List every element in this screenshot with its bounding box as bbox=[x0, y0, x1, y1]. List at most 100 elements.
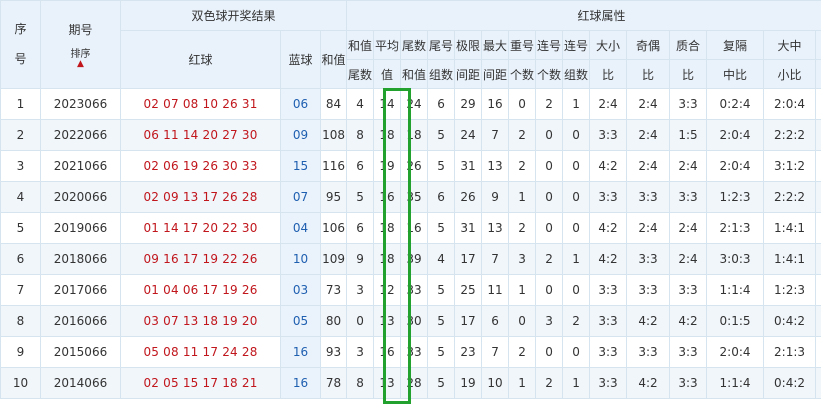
cell-blue: 16 bbox=[280, 336, 321, 368]
cell-max-gap: 7 bbox=[481, 119, 510, 151]
col-red-balls: 红球 bbox=[120, 30, 281, 89]
cell-max-gap: 7 bbox=[481, 243, 510, 275]
cell-tail-sum: 3 bbox=[346, 274, 375, 306]
cell-tail-groups: 5 bbox=[427, 367, 456, 399]
cell-sum: 78 bbox=[319, 367, 348, 399]
triangle-up-icon: ▲ bbox=[77, 59, 84, 69]
cell-odd-even: 3:3 bbox=[626, 243, 671, 275]
cell-repeat: 0 bbox=[508, 305, 537, 337]
cell-tail-sum-value: 30 bbox=[400, 305, 429, 337]
cell-sum: 106 bbox=[319, 212, 348, 244]
cell-prime-comp: 1:5 bbox=[669, 119, 708, 151]
draw-results-group: 双色球开奖结果 bbox=[119, 0, 348, 31]
cell-prime-comp: 3:3 bbox=[669, 367, 708, 399]
cell-range: 26 bbox=[454, 181, 483, 213]
cell-rep-gap-mid: 1:2:3 bbox=[706, 181, 765, 213]
cell-max-gap: 9 bbox=[481, 181, 510, 213]
cell-repeat: 2 bbox=[508, 150, 537, 182]
cell-tail-sum: 8 bbox=[346, 119, 375, 151]
history-table: 序号 期号 排序 ▲ 双色球开奖结果 红球属性 红球 蓝球 和值 和值 平均 尾… bbox=[0, 0, 821, 399]
cell-red: 01 14 17 20 22 30 bbox=[120, 212, 281, 244]
cell-sum: 116 bbox=[319, 150, 348, 182]
cell-avg: 18 bbox=[373, 119, 402, 151]
cell-period: 2018066 bbox=[40, 243, 121, 275]
cell-period: 2016066 bbox=[40, 305, 121, 337]
table-row: 6 2018066 09 16 17 19 22 26 10 109 9 18 39 4 17 7 3… bbox=[0, 243, 821, 275]
cell-road012: 2:3:1 bbox=[815, 305, 821, 337]
cell-period: 2022066 bbox=[40, 119, 121, 151]
cell-max-gap: 10 bbox=[481, 367, 510, 399]
cell-repeat: 1 bbox=[508, 367, 537, 399]
col-tail-sum-sub: 尾数 bbox=[346, 59, 375, 89]
cell-big-mid-small: 1:4:1 bbox=[763, 212, 817, 244]
cell-blue: 10 bbox=[280, 243, 321, 275]
cell-consec-count: 2 bbox=[535, 88, 564, 120]
cell-prime-comp: 3:3 bbox=[669, 336, 708, 368]
cell-consec-count: 2 bbox=[535, 367, 564, 399]
cell-big-mid-small: 2:1:3 bbox=[763, 336, 817, 368]
cell-tail-groups: 5 bbox=[427, 305, 456, 337]
cell-road012: 1:3:2 bbox=[815, 243, 821, 275]
cell-big-mid-small: 0:4:2 bbox=[763, 305, 817, 337]
cell-blue: 04 bbox=[280, 212, 321, 244]
lottery-history-panel: 序号 期号 排序 ▲ 双色球开奖结果 红球属性 红球 蓝球 和值 和值 平均 尾… bbox=[0, 0, 821, 406]
table-row: 4 2020066 02 09 13 17 26 28 07 95 5 16 35 6 26 9 1 0… bbox=[0, 181, 821, 213]
cell-blue: 16 bbox=[280, 367, 321, 399]
cell-avg: 19 bbox=[373, 150, 402, 182]
cell-tail-sum-value: 33 bbox=[400, 336, 429, 368]
cell-avg: 14 bbox=[373, 88, 402, 120]
cell-road012: 3:0:3 bbox=[815, 367, 821, 399]
table-row: 9 2015066 05 08 11 17 24 28 16 93 3 16 33 5 23 7 2 0… bbox=[0, 336, 821, 368]
cell-sum: 73 bbox=[319, 274, 348, 306]
cell-big-mid-small: 3:1:2 bbox=[763, 150, 817, 182]
cell-prime-comp: 3:3 bbox=[669, 181, 708, 213]
cell-consec-groups: 1 bbox=[562, 88, 591, 120]
cell-rep-gap-mid: 2:0:4 bbox=[706, 119, 765, 151]
cell-repeat: 3 bbox=[508, 243, 537, 275]
col-rep-gap-mid: 复隔 bbox=[706, 30, 765, 60]
cell-consec-groups: 1 bbox=[562, 367, 591, 399]
cell-tail-groups: 6 bbox=[427, 88, 456, 120]
cell-prime-comp: 3:3 bbox=[669, 88, 708, 120]
cell-tail-sum: 6 bbox=[346, 212, 375, 244]
cell-rep-gap-mid: 0:1:5 bbox=[706, 305, 765, 337]
cell-avg: 12 bbox=[373, 274, 402, 306]
table-row: 10 2014066 02 05 15 17 18 21 16 78 8 13 28 5 19 10… bbox=[0, 367, 821, 399]
col-tail-groups-sub: 组数 bbox=[427, 59, 456, 89]
cell-tail-groups: 4 bbox=[427, 243, 456, 275]
cell-big-small: 2:4 bbox=[589, 88, 628, 120]
cell-big-small: 4:2 bbox=[589, 243, 628, 275]
cell-road012: 1:3:2 bbox=[815, 274, 821, 306]
cell-range: 31 bbox=[454, 150, 483, 182]
cell-rep-gap-mid: 2:0:4 bbox=[706, 336, 765, 368]
col-tail-sum-value-sub: 和值 bbox=[400, 59, 429, 89]
cell-prime-comp: 2:4 bbox=[669, 150, 708, 182]
cell-max-gap: 13 bbox=[481, 212, 510, 244]
cell-road012: 0:3:3 bbox=[815, 88, 821, 120]
cell-road012: 3:1:2 bbox=[815, 150, 821, 182]
cell-range: 25 bbox=[454, 274, 483, 306]
cell-seq: 7 bbox=[0, 274, 41, 306]
sort-button[interactable]: 排序 ▲ bbox=[71, 49, 91, 69]
cell-tail-sum-value: 24 bbox=[400, 88, 429, 120]
cell-red: 02 07 08 10 26 31 bbox=[120, 88, 281, 120]
cell-max-gap: 11 bbox=[481, 274, 510, 306]
cell-tail-sum: 8 bbox=[346, 367, 375, 399]
cell-rep-gap-mid: 1:1:4 bbox=[706, 274, 765, 306]
cell-red: 06 11 14 20 27 30 bbox=[120, 119, 281, 151]
cell-tail-sum: 0 bbox=[346, 305, 375, 337]
table-row: 5 2019066 01 14 17 20 22 30 04 106 6 18 16 5 31 13… bbox=[0, 212, 821, 244]
cell-red: 05 08 11 17 24 28 bbox=[120, 336, 281, 368]
cell-period: 2023066 bbox=[40, 88, 121, 120]
cell-odd-even: 3:3 bbox=[626, 274, 671, 306]
col-consec-count: 连号 bbox=[535, 30, 564, 60]
cell-period: 2019066 bbox=[40, 212, 121, 244]
cell-range: 29 bbox=[454, 88, 483, 120]
cell-consec-groups: 0 bbox=[562, 181, 591, 213]
cell-big-mid-small: 2:2:2 bbox=[763, 181, 817, 213]
col-tail-sum: 和值 bbox=[346, 30, 375, 60]
cell-big-small: 3:3 bbox=[589, 119, 628, 151]
col-big-mid-small-sub: 小比 bbox=[763, 59, 817, 89]
cell-tail-groups: 5 bbox=[427, 212, 456, 244]
cell-consec-groups: 1 bbox=[562, 243, 591, 275]
